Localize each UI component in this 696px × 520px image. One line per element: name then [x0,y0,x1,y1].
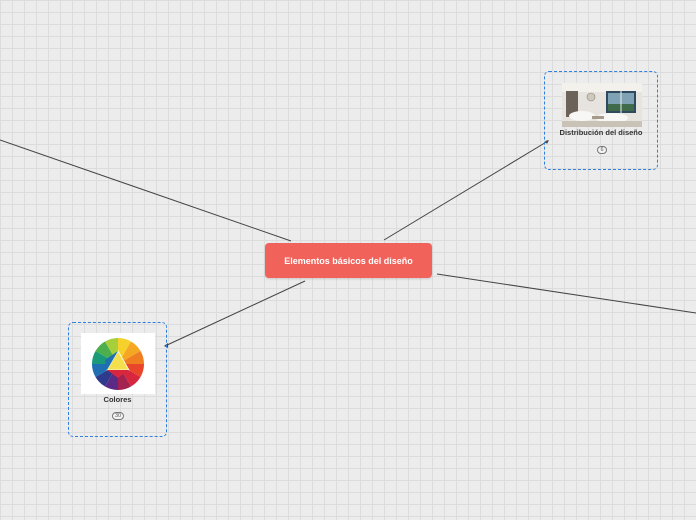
connector-line [164,280,306,347]
subtopic-count-badge[interactable]: 30 [112,412,125,420]
connector-line [436,273,696,314]
central-topic-label: Elementos básicos del diseño [284,255,413,266]
subtopic-count-badge[interactable]: 6 [597,146,607,154]
mind-map-canvas[interactable]: Elementos básicos del diseño Distribució… [0,0,696,520]
color-wheel-image [81,333,155,394]
topic-node-colores[interactable]: Colores 30 [68,322,167,437]
central-topic[interactable]: Elementos básicos del diseño [265,243,432,278]
connector-line [383,140,549,241]
room-photo-image [562,83,642,127]
topic-node-title: Distribución del diseño [559,128,643,137]
topic-node-distribucion[interactable]: Distribución del diseño 6 [544,71,658,170]
connector-line [0,139,292,242]
topic-node-title: Colores [103,395,132,404]
